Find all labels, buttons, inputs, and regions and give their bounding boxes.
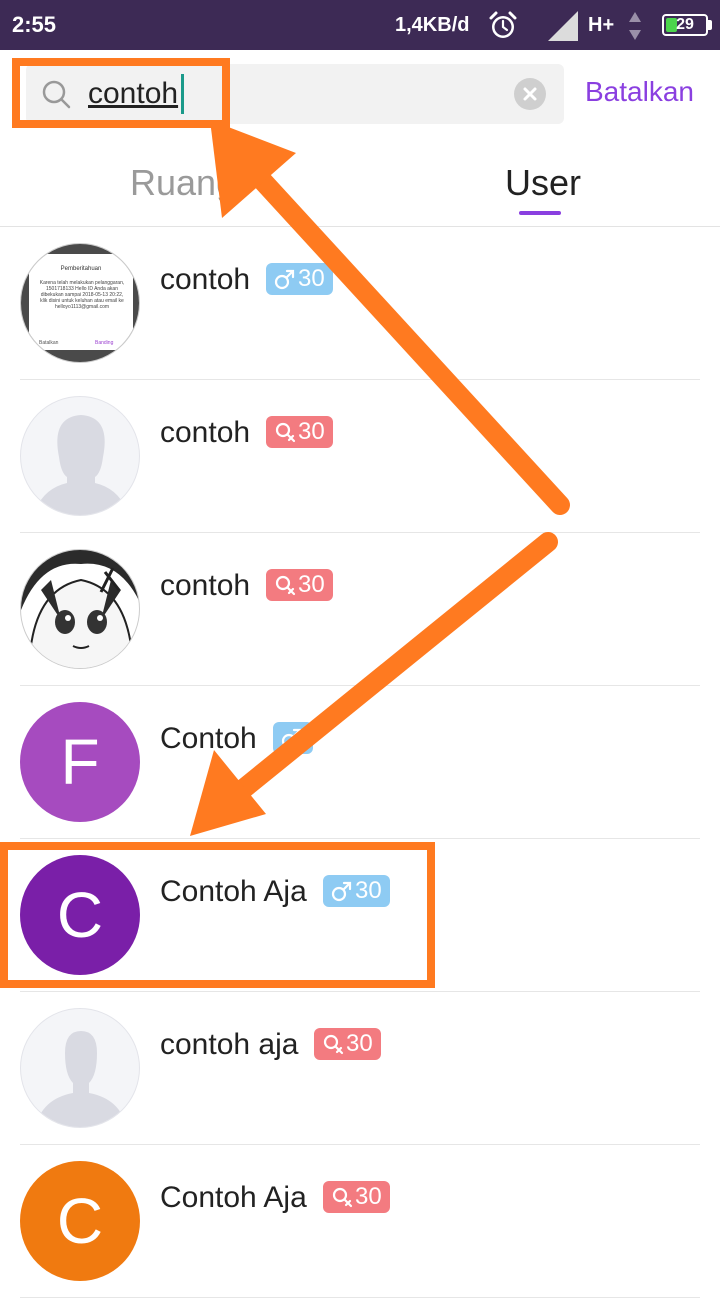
tab-user[interactable]: User — [505, 162, 581, 204]
male-icon — [274, 269, 295, 290]
user-list: Pemberitahuan Karena telah melakukan pela… — [0, 227, 720, 1298]
avatar-letter: F — [60, 726, 100, 798]
male-icon — [281, 728, 302, 749]
user-row[interactable]: F Contoh — [0, 686, 720, 839]
signal-icon — [548, 11, 578, 41]
notification-card: Pemberitahuan Karena telah melakukan pela… — [29, 254, 133, 350]
avatar[interactable]: C — [20, 1161, 140, 1281]
female-icon — [332, 1187, 353, 1208]
gender-age-badge: 30 — [314, 1028, 381, 1060]
user-age: 30 — [298, 418, 325, 445]
anime-portrait-image — [21, 550, 139, 668]
female-icon — [275, 422, 296, 443]
data-activity-icon — [629, 12, 641, 40]
user-age: 30 — [355, 1183, 382, 1210]
battery-percent: 29 — [676, 16, 694, 33]
user-name: Contoh — [160, 722, 257, 755]
notification-body: Karena telah melakukan pelanggaran, 1501… — [39, 280, 125, 310]
avatar[interactable]: Pemberitahuan Karena telah melakukan pela… — [20, 243, 140, 363]
female-icon — [275, 575, 296, 596]
avatar[interactable] — [20, 1008, 140, 1128]
avatar[interactable] — [20, 549, 140, 669]
cancel-button[interactable]: Batalkan — [585, 76, 694, 108]
active-tab-indicator — [519, 211, 561, 215]
user-age: 30 — [346, 1030, 373, 1057]
user-row[interactable]: contoh aja 30 — [0, 992, 720, 1145]
status-time: 2:55 — [12, 12, 57, 37]
gender-age-badge — [273, 722, 313, 754]
user-age: 30 — [298, 265, 325, 292]
search-highlight-box — [12, 58, 230, 128]
default-male-avatar-icon — [35, 1031, 127, 1127]
battery-tip — [708, 20, 712, 30]
user-row[interactable]: contoh 30 — [0, 533, 720, 686]
notification-cancel: Batalkan — [39, 340, 59, 346]
user-age: 30 — [298, 571, 325, 598]
user-name: Contoh Aja — [160, 1181, 307, 1214]
notification-appeal: Banding — [95, 340, 114, 346]
notification-title: Pemberitahuan — [60, 266, 102, 272]
result-highlight-box — [0, 842, 435, 988]
alarm-icon — [489, 11, 517, 38]
user-row[interactable]: Pemberitahuan Karena telah melakukan pela… — [0, 227, 720, 380]
status-network-speed: 1,4KB/d — [395, 14, 470, 36]
battery-icon: 29 — [662, 14, 708, 36]
notification-screenshot-image: Pemberitahuan Karena telah melakukan pela… — [21, 244, 139, 362]
gender-age-badge: 30 — [266, 263, 333, 295]
avatar[interactable] — [20, 396, 140, 516]
user-row[interactable]: contoh 30 — [0, 380, 720, 533]
gender-age-badge: 30 — [266, 569, 333, 601]
user-name: contoh — [160, 263, 251, 296]
avatar-letter: C — [56, 1185, 104, 1257]
default-female-avatar-icon — [33, 415, 129, 515]
network-type: H+ — [588, 14, 615, 36]
user-row[interactable]: C Contoh Aja 30 — [0, 1145, 720, 1298]
user-name: contoh aja — [160, 1028, 299, 1061]
clear-search-button[interactable] — [514, 78, 546, 110]
female-icon — [323, 1034, 344, 1055]
tab-ruang[interactable]: Ruang — [130, 162, 236, 204]
avatar[interactable]: F — [20, 702, 140, 822]
user-name: contoh — [160, 416, 251, 449]
user-name: contoh — [160, 569, 251, 602]
gender-age-badge: 30 — [266, 416, 333, 448]
close-icon — [523, 87, 537, 101]
status-bar: 2:55 1,4KB/d H+ 29 — [0, 0, 720, 50]
gender-age-badge: 30 — [323, 1181, 390, 1213]
